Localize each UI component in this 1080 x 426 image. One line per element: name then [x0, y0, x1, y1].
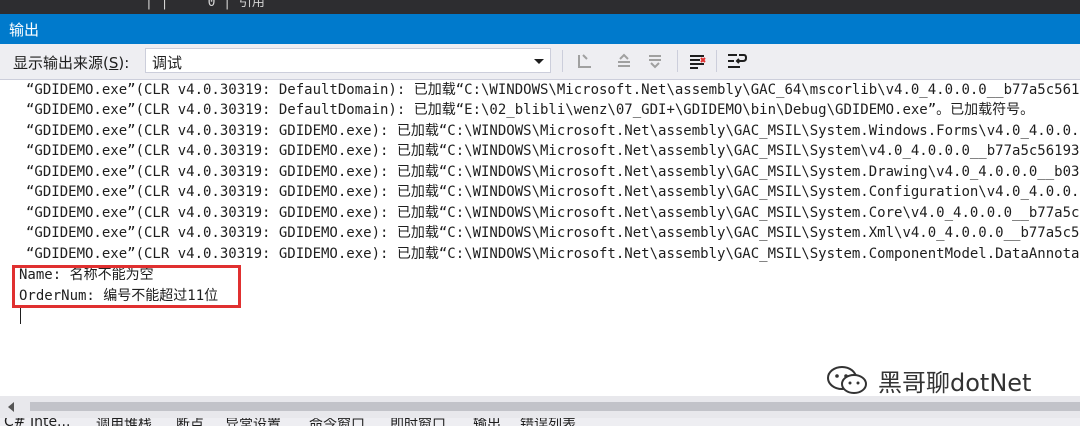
editor-remnant-strip: | | 0 | 引用: [0, 0, 1080, 14]
codelens-fragment: | | 0 | 引用: [145, 0, 265, 10]
watermark: 黑哥聊dotNet: [825, 363, 1045, 397]
toolbar-separator: [562, 50, 563, 72]
bottom-tool-tabs: C# Inte... 调用堆栈 断点 异常设置 命令窗口 即时窗口 输出 错误列…: [0, 418, 1080, 426]
highlight-box: [12, 265, 241, 308]
output-line: “GDIDEMO.exe”(CLR v4.0.30319: DefaultDom…: [26, 82, 1080, 98]
wechat-icon: [827, 366, 867, 394]
output-line: “GDIDEMO.exe”(CLR v4.0.30319: GDIDEMO.ex…: [26, 246, 1080, 262]
output-line: “GDIDEMO.exe”(CLR v4.0.30319: GDIDEMO.ex…: [26, 205, 1080, 221]
tab-command-window[interactable]: 命令窗口: [309, 418, 365, 426]
output-toolbar: 显示输出来源(S): 调试: [0, 44, 1080, 80]
horizontal-scrollbar[interactable]: [0, 396, 1080, 418]
toggle-word-wrap-icon[interactable]: [725, 49, 749, 73]
watermark-text: 黑哥聊dotNet: [878, 369, 1032, 397]
chevron-down-icon: [534, 59, 544, 64]
output-line: “GDIDEMO.exe”(CLR v4.0.30319: DefaultDom…: [26, 102, 1035, 118]
output-panel-header[interactable]: 输出: [0, 14, 1080, 44]
find-previous-icon[interactable]: [573, 49, 597, 73]
output-source-value: 调试: [152, 54, 183, 72]
toolbar-separator: [716, 50, 717, 72]
scrollbar-thumb[interactable]: [30, 402, 1080, 411]
tab-breakpoints[interactable]: 断点: [176, 418, 204, 426]
output-text-area[interactable]: “GDIDEMO.exe”(CLR v4.0.30319: DefaultDom…: [0, 80, 1080, 396]
go-to-previous-message-icon[interactable]: [612, 49, 636, 73]
output-line: “GDIDEMO.exe”(CLR v4.0.30319: GDIDEMO.ex…: [26, 225, 1080, 241]
scroll-left-icon[interactable]: [8, 402, 14, 412]
tab-immediate-window[interactable]: 即时窗口: [390, 418, 446, 426]
output-line: “GDIDEMO.exe”(CLR v4.0.30319: GDIDEMO.ex…: [26, 184, 1080, 200]
go-to-next-message-icon[interactable]: [643, 49, 667, 73]
output-line: “GDIDEMO.exe”(CLR v4.0.30319: GDIDEMO.ex…: [26, 123, 1080, 139]
output-line: “GDIDEMO.exe”(CLR v4.0.30319: GDIDEMO.ex…: [26, 164, 1080, 180]
toolbar-separator: [677, 50, 678, 72]
panel-title: 输出: [9, 21, 40, 39]
tab-call-stack[interactable]: 调用堆栈: [96, 418, 152, 426]
clear-all-icon[interactable]: [685, 49, 709, 73]
source-label: 显示输出来源(S):: [13, 54, 130, 72]
text-caret: [20, 308, 21, 324]
tab-output[interactable]: 输出: [473, 418, 501, 426]
tab-csharp-interactive[interactable]: C# Inte...: [4, 418, 70, 426]
output-line: “GDIDEMO.exe”(CLR v4.0.30319: GDIDEMO.ex…: [26, 143, 1080, 159]
output-source-dropdown[interactable]: 调试: [145, 48, 551, 73]
tab-error-list[interactable]: 错误列表: [520, 418, 576, 426]
tab-exception-settings[interactable]: 异常设置: [225, 418, 281, 426]
